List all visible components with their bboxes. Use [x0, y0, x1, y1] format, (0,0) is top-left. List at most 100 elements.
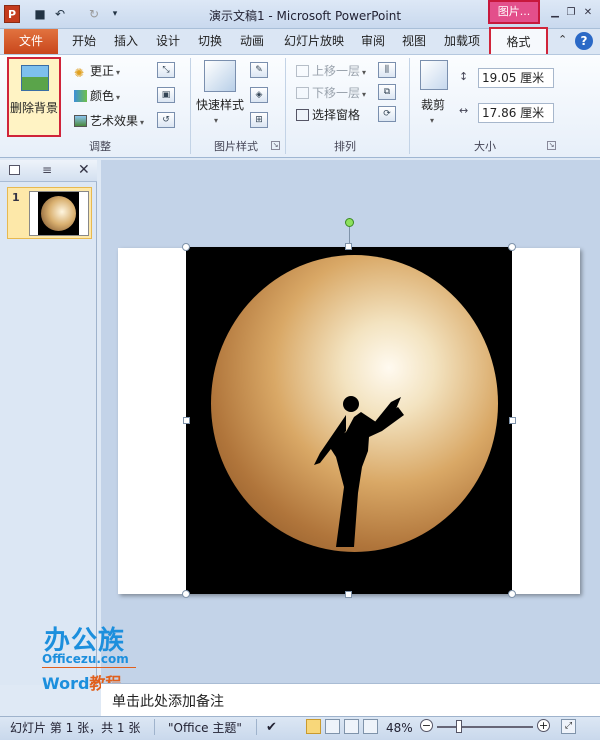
remove-background-button[interactable]: 删除背景 [7, 57, 61, 137]
resize-handle[interactable] [509, 417, 516, 424]
slideshow-view-icon[interactable] [363, 719, 378, 734]
window-title: 演示文稿1 - Microsoft PowerPoint [208, 9, 402, 23]
group-separator [285, 58, 286, 154]
quick-styles-dropdown-icon[interactable]: ▾ [214, 116, 218, 125]
reading-view-icon[interactable] [344, 719, 359, 734]
tab-home[interactable]: 开始 [66, 29, 102, 54]
crop-button[interactable]: 裁剪 [421, 96, 445, 114]
group-separator [190, 58, 191, 154]
picture-styles-launcher-icon[interactable]: ↘ [271, 141, 280, 150]
width-field[interactable]: 17.86 厘米 [478, 103, 554, 123]
send-backward-button[interactable]: 下移一层 ▾ [296, 84, 366, 102]
status-separator [256, 719, 257, 735]
quick-styles-icon [204, 60, 236, 92]
resize-handle[interactable] [183, 417, 190, 424]
height-field[interactable]: 19.05 厘米 [478, 68, 554, 88]
crop-icon [420, 60, 448, 90]
tab-format[interactable]: 格式 [489, 27, 548, 55]
redo-icon[interactable]: ↻ [87, 7, 101, 21]
bring-forward-button[interactable]: 上移一层 ▾ [296, 62, 366, 80]
height-icon: ↕ [459, 70, 469, 83]
spelling-check-icon[interactable]: ✔ [266, 719, 277, 737]
align-icon[interactable]: ⫼ [378, 62, 396, 78]
theme-status[interactable]: "Office 主题" [168, 719, 242, 737]
zoom-slider-thumb[interactable] [456, 720, 462, 733]
tab-view[interactable]: 视图 [396, 29, 432, 54]
watermark-divider [42, 667, 136, 668]
tab-slideshow[interactable]: 幻灯片放映 [278, 29, 350, 54]
fit-to-window-icon[interactable]: ⤢ [561, 719, 576, 734]
customize-quick-access-icon[interactable]: ▾ [108, 7, 122, 21]
size-group-label: 大小 [474, 140, 496, 153]
tab-transitions[interactable]: 切换 [192, 29, 228, 54]
resize-handle[interactable] [508, 243, 516, 251]
notes-placeholder[interactable]: 单击此处添加备注 [112, 691, 224, 711]
corrections-button[interactable]: ✺ 更正 ▾ [74, 62, 120, 80]
picture-border-icon[interactable]: ✎ [250, 62, 268, 78]
artistic-effects-button[interactable]: 艺术效果 ▾ [74, 112, 144, 130]
zoom-level[interactable]: 48% [386, 719, 413, 737]
compress-pictures-icon[interactable]: ⤡ [157, 62, 175, 78]
tab-design[interactable]: 设计 [150, 29, 186, 54]
group-icon[interactable]: ⧉ [378, 84, 396, 100]
picture-layout-icon[interactable]: ⊞ [250, 112, 268, 128]
tab-file[interactable]: 文件 [4, 29, 58, 54]
resize-handle[interactable] [345, 243, 352, 250]
tab-review[interactable]: 审阅 [355, 29, 391, 54]
selection-pane-label: 选择窗格 [312, 108, 361, 122]
outline-tab-icon[interactable]: ≡ [42, 163, 52, 177]
change-picture-icon[interactable]: ▣ [157, 87, 175, 103]
status-separator [154, 719, 155, 735]
selection-pane-button[interactable]: 选择窗格 [296, 106, 360, 124]
save-icon[interactable]: ■ [33, 7, 47, 21]
powerpoint-app-icon[interactable]: P [4, 5, 20, 23]
close-icon[interactable]: ✕ [581, 6, 595, 20]
arrange-group-label: 排列 [334, 140, 356, 153]
corrections-icon: ✺ [74, 66, 85, 80]
bring-forward-label: 上移一层 [312, 64, 361, 78]
adjust-group-label: 调整 [89, 140, 111, 153]
crop-dropdown-icon[interactable]: ▾ [430, 116, 434, 125]
minimize-ribbon-icon[interactable]: ⌃ [558, 33, 567, 46]
remove-background-icon [21, 65, 49, 91]
bring-forward-icon [296, 65, 309, 77]
close-pane-icon[interactable]: ✕ [78, 162, 90, 178]
dancer-silhouette [314, 396, 404, 547]
quick-styles-button[interactable]: 快速样式 [196, 96, 244, 114]
artistic-effects-label: 艺术效果 [90, 114, 139, 128]
normal-view-icon[interactable] [306, 719, 321, 734]
resize-handle[interactable] [508, 590, 516, 598]
tab-insert[interactable]: 插入 [108, 29, 144, 54]
zoom-out-icon[interactable]: − [420, 719, 433, 732]
remove-background-label: 删除背景 [9, 101, 58, 115]
zoom-slider-track[interactable] [437, 726, 533, 728]
resize-handle[interactable] [182, 590, 190, 598]
picture-effects-icon[interactable]: ◈ [250, 87, 268, 103]
minimize-icon[interactable]: ▁ [548, 6, 562, 20]
picture-tools-context-label: 图片... [488, 0, 540, 24]
color-button[interactable]: 颜色 ▾ [74, 87, 120, 105]
picture-styles-group-label: 图片样式 [214, 140, 258, 153]
reset-picture-icon[interactable]: ↺ [157, 112, 175, 128]
slide-sorter-icon[interactable] [325, 719, 340, 734]
resize-handle[interactable] [182, 243, 190, 251]
rotate-icon[interactable]: ⟳ [378, 106, 396, 122]
color-label: 颜色 [90, 89, 115, 103]
resize-handle[interactable] [345, 591, 352, 598]
slides-tab-icon[interactable] [9, 165, 20, 175]
thumbnail-moon [41, 196, 76, 231]
send-backward-label: 下移一层 [312, 86, 361, 100]
size-launcher-icon[interactable]: ↘ [547, 141, 556, 150]
undo-icon[interactable]: ↶ [53, 7, 67, 21]
tab-animations[interactable]: 动画 [234, 29, 270, 54]
slide-number: 1 [12, 191, 20, 204]
corrections-label: 更正 [90, 64, 115, 78]
help-icon[interactable]: ? [575, 32, 593, 50]
slide-count-status: 幻灯片 第 1 张，共 1 张 [10, 721, 141, 735]
selection-pane-icon [296, 109, 309, 121]
artistic-effects-icon [74, 115, 87, 127]
tab-addins[interactable]: 加载项 [438, 29, 486, 54]
restore-icon[interactable]: ❐ [564, 6, 578, 20]
rotation-handle[interactable] [345, 218, 354, 227]
zoom-in-icon[interactable]: + [537, 719, 550, 732]
